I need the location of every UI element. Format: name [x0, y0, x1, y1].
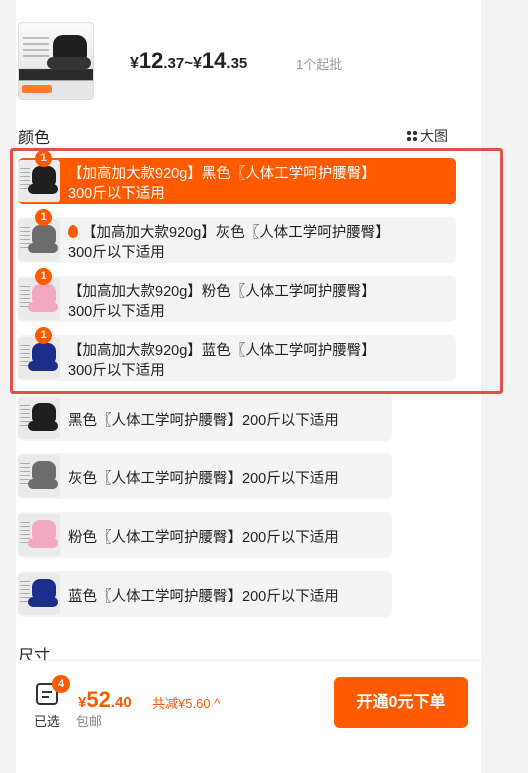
option-thumbnail: [18, 573, 60, 615]
selected-label[interactable]: 已选: [34, 711, 60, 730]
color-option[interactable]: 灰色〖人体工学呵护腰臀】200斤以下适用: [18, 453, 392, 499]
color-option[interactable]: 【加高加大款920g】黑色〖人体工学呵护腰臀】 300斤以下适用: [18, 158, 456, 204]
option-count-badge: 1: [35, 327, 52, 344]
color-option[interactable]: 蓝色〖人体工学呵护腰臀】200斤以下适用: [18, 571, 392, 617]
cart-count-badge: 4: [52, 675, 70, 693]
color-option[interactable]: 【加高加大款920g】粉色〖人体工学呵护腰臀】 300斤以下适用: [18, 276, 456, 322]
color-option[interactable]: 【加高加大款920g】蓝色〖人体工学呵护腰臀】 300斤以下适用: [18, 335, 456, 381]
min-order-label: 1个起批: [296, 57, 343, 72]
price-range: ¥12.37~¥14.35: [130, 48, 248, 73]
option-thumbnail: [18, 278, 60, 320]
order-button[interactable]: 开通0元下单: [334, 677, 468, 728]
option-count-badge: 1: [35, 150, 52, 167]
option-thumbnail: [18, 160, 60, 202]
color-option[interactable]: 【加高加大款920g】灰色〖人体工学呵护腰臀】 300斤以下适用: [18, 217, 456, 263]
discount-detail-toggle[interactable]: 共减¥5.60 ^: [152, 693, 220, 712]
product-image[interactable]: [18, 22, 94, 100]
option-thumbnail: [18, 219, 60, 261]
option-thumbnail: [18, 397, 60, 439]
color-option[interactable]: 粉色〖人体工学呵护腰臀】200斤以下适用: [18, 512, 392, 558]
color-section-title: 颜色: [18, 130, 51, 147]
bottom-bar: 4 已选 ¥52.40 共减¥5.60 ^ 包邮 开通0元下单: [16, 660, 481, 773]
big-image-toggle[interactable]: 大图: [406, 126, 448, 146]
option-count-badge: 1: [35, 268, 52, 285]
total-price: ¥52.40: [78, 687, 132, 712]
option-thumbnail: [18, 337, 60, 379]
option-thumbnail: [18, 455, 60, 497]
hot-flame-icon: [68, 225, 78, 238]
grid-icon: [406, 130, 418, 142]
shipping-label: 包邮: [76, 714, 103, 729]
sku-sheet: [16, 0, 481, 773]
color-option[interactable]: 黑色〖人体工学呵护腰臀】200斤以下适用: [18, 395, 392, 441]
option-thumbnail: [18, 514, 60, 556]
option-count-badge: 1: [35, 209, 52, 226]
